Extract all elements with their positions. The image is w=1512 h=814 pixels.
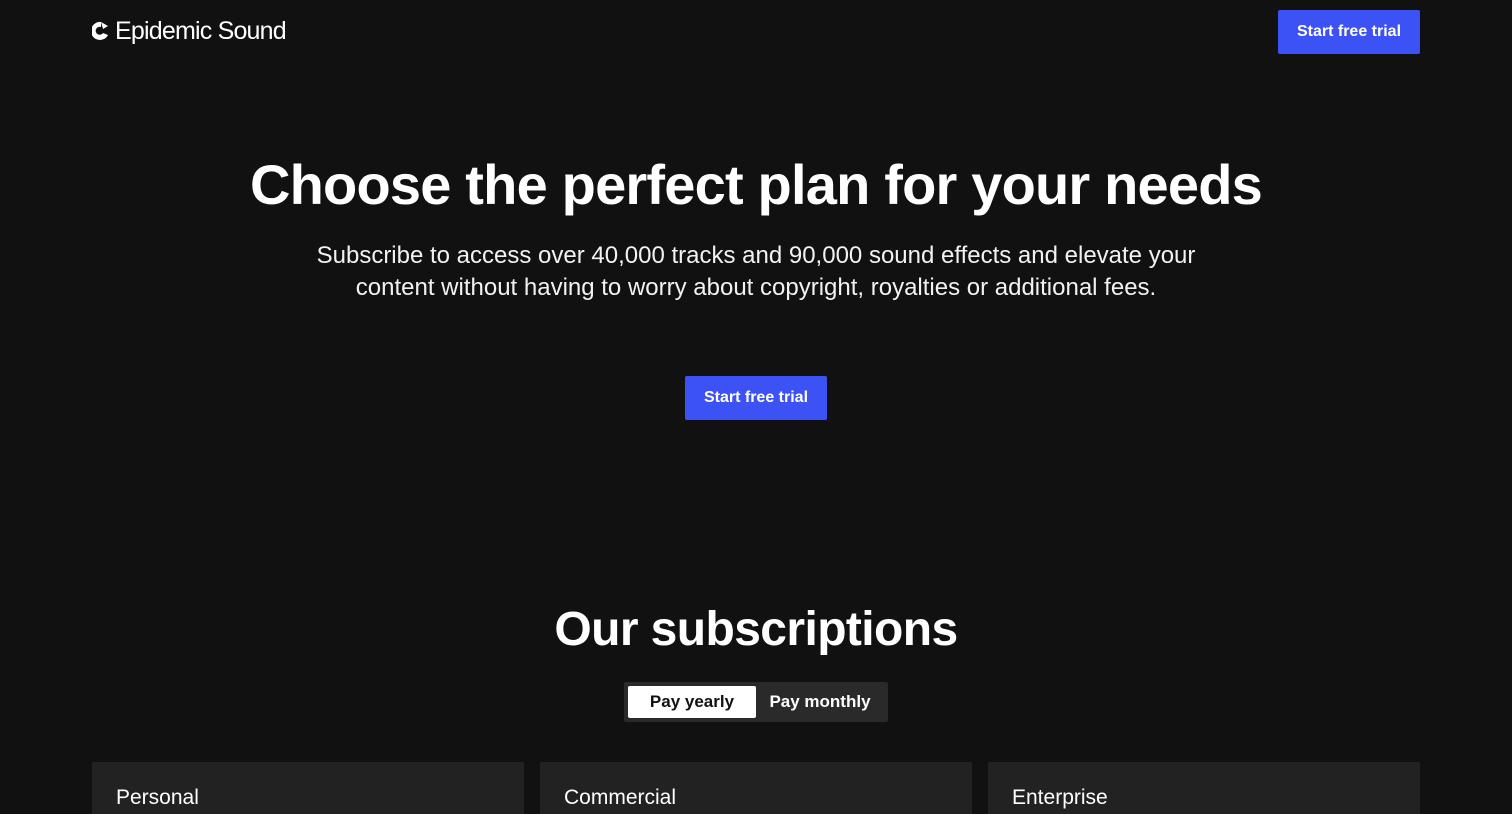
pricing-page: Epidemic Sound Start free trial Choose t… [0, 0, 1512, 814]
plan-name: Personal [116, 786, 199, 809]
plan-card-commercial[interactable]: Commercial [540, 762, 972, 814]
epidemic-sound-logo[interactable]: Epidemic Sound [92, 16, 287, 46]
subscriptions-title: Our subscriptions [554, 603, 958, 656]
header-start-free-trial-button[interactable]: Start free trial [1278, 10, 1420, 54]
logo-text: Epidemic Sound [115, 17, 287, 45]
pay-monthly-option[interactable]: Pay monthly [756, 686, 884, 718]
hero-start-free-trial-button[interactable]: Start free trial [685, 376, 827, 420]
plan-card-personal[interactable]: Personal [92, 762, 524, 814]
hero-subtitle: Subscribe to access over 40,000 tracks a… [316, 242, 1196, 301]
billing-period-toggle: Pay yearly Pay monthly [624, 682, 888, 722]
plan-cards: Personal Commercial Enterprise [92, 762, 1420, 814]
plan-name: Commercial [564, 786, 677, 809]
plan-card-enterprise[interactable]: Enterprise [988, 762, 1420, 814]
pay-yearly-option[interactable]: Pay yearly [628, 686, 756, 718]
plan-name: Enterprise [1012, 786, 1108, 809]
hero-title: Choose the perfect plan for your needs [250, 153, 1263, 216]
epidemic-sound-logo-icon [92, 21, 108, 40]
